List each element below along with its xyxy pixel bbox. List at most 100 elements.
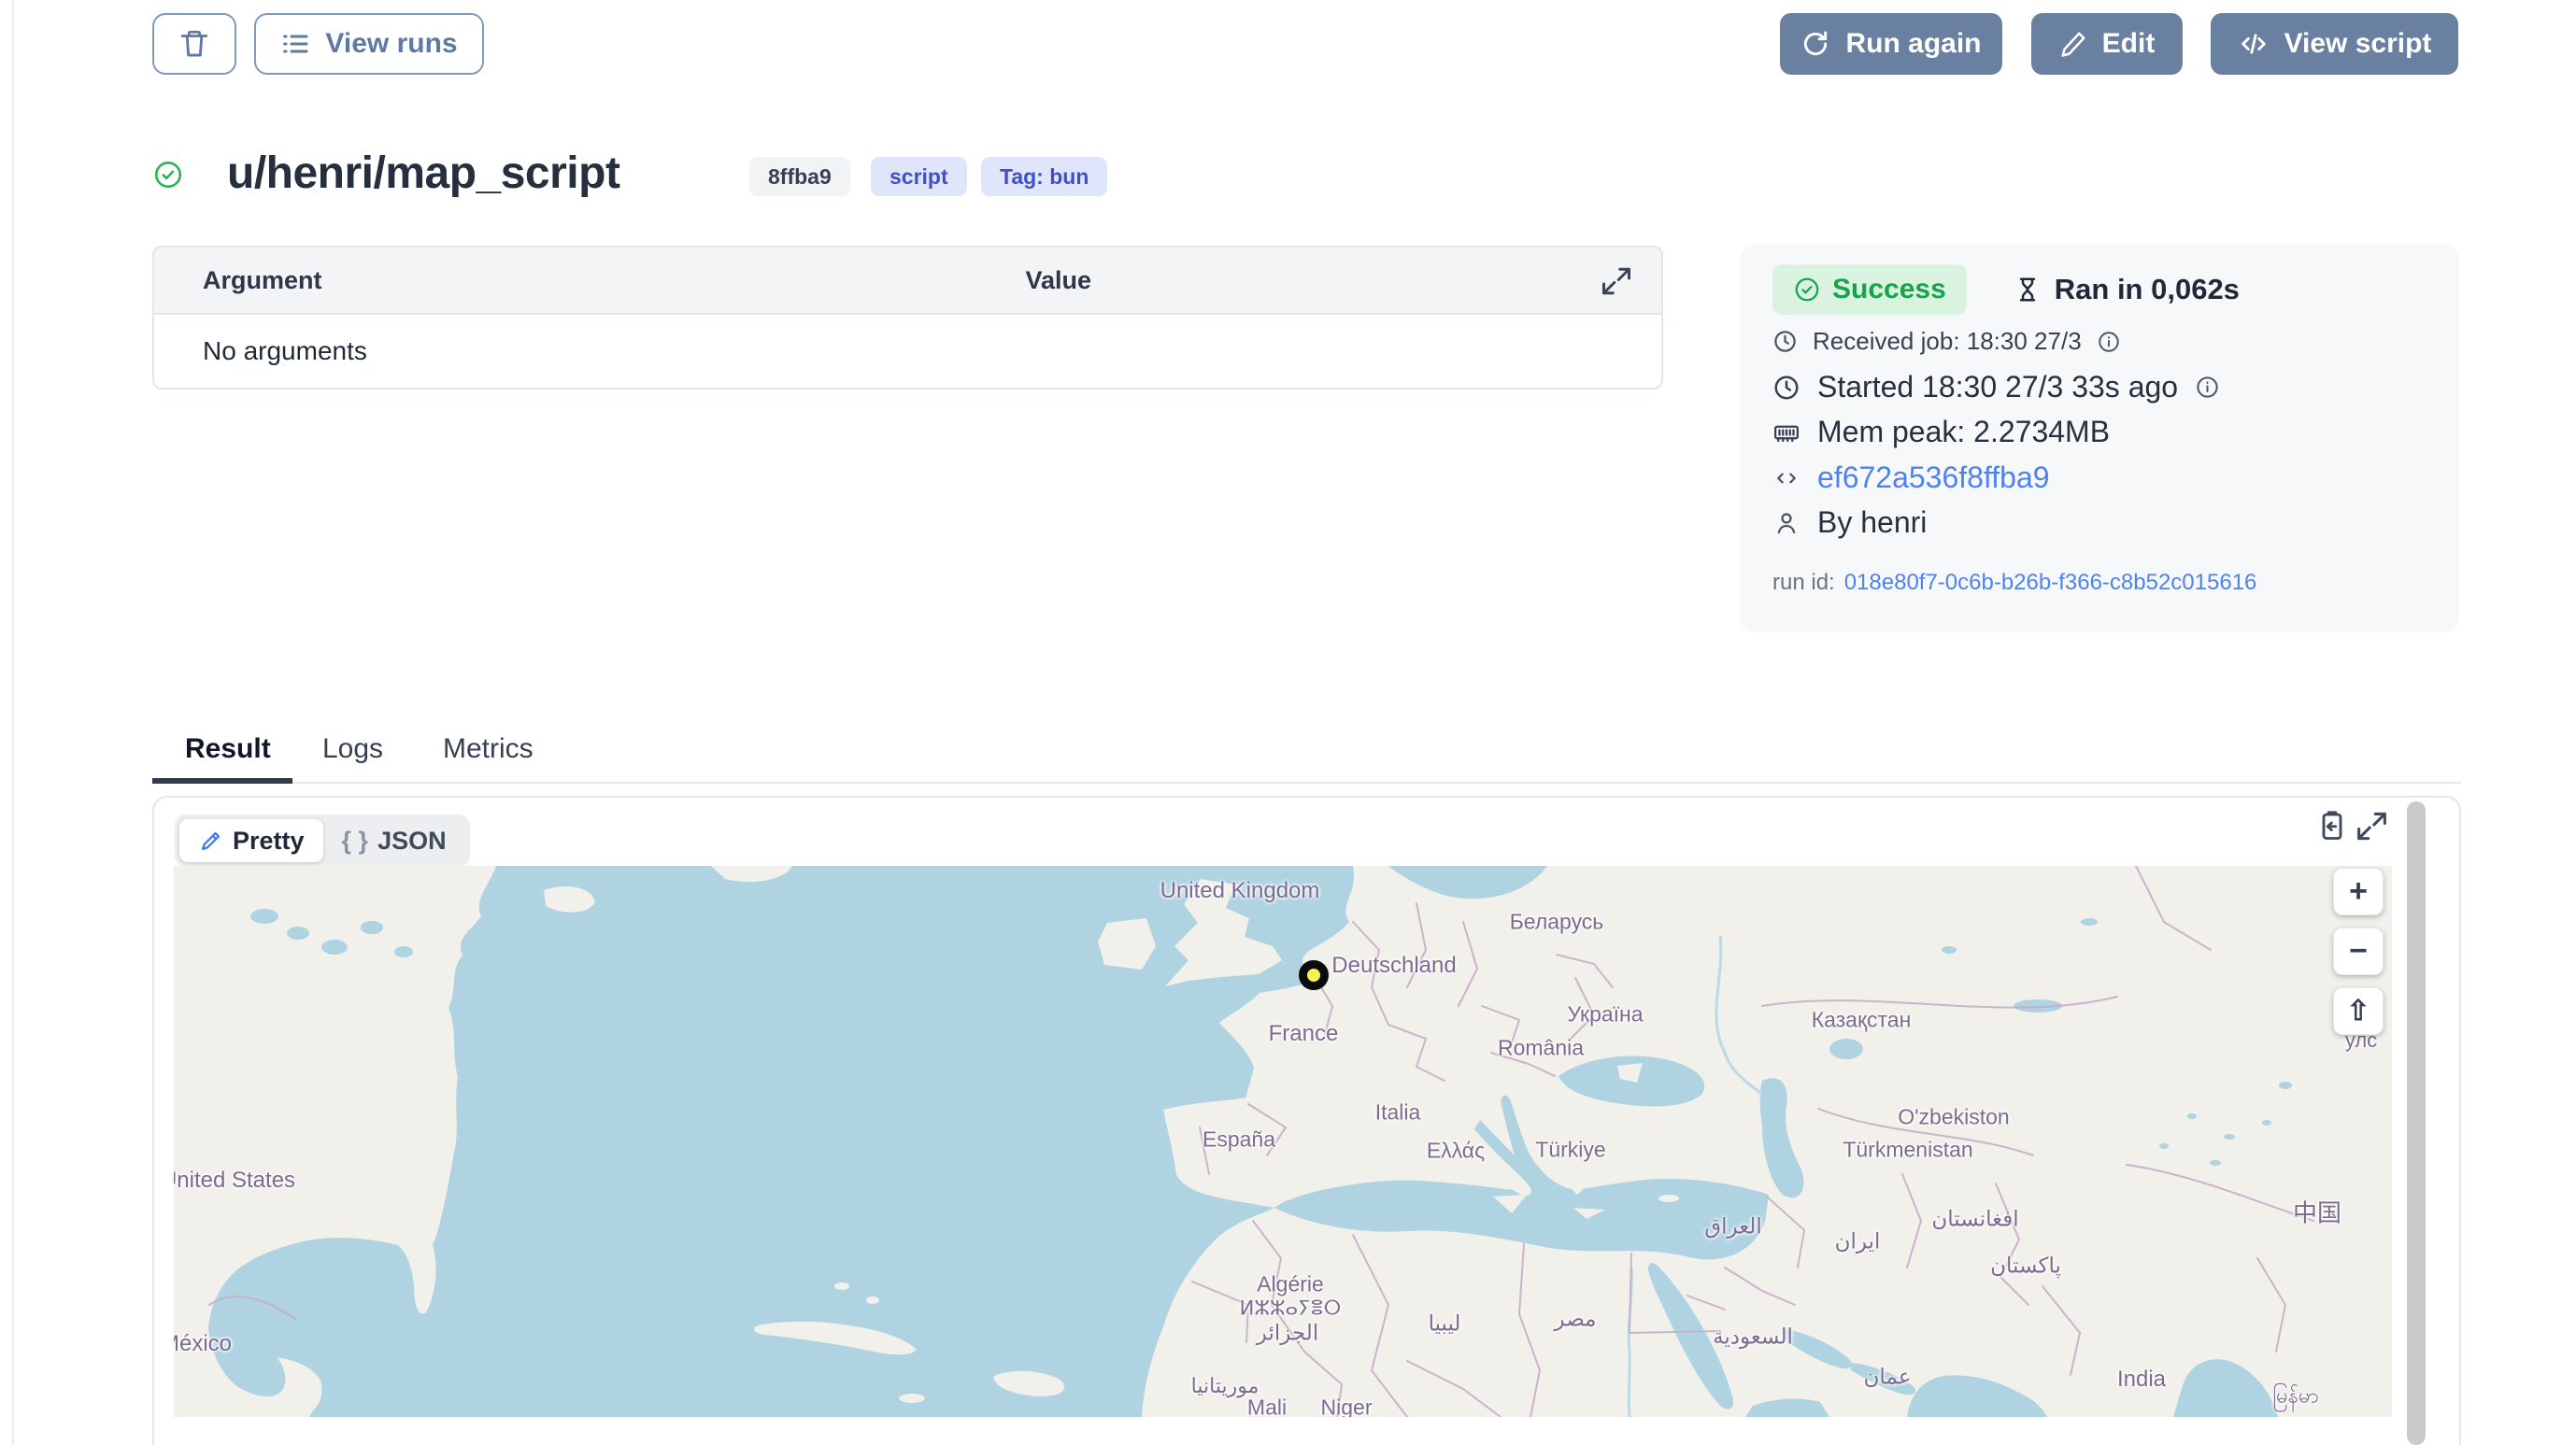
map-country-label: السعودية — [1713, 1325, 1793, 1350]
map-country-label: مصر — [1555, 1307, 1597, 1332]
no-arguments-text: No arguments — [203, 336, 367, 366]
map-country-label: العراق — [1704, 1214, 1761, 1240]
map-country-label: Türkmenistan — [1843, 1138, 1972, 1163]
view-runs-button[interactable]: View runs — [254, 13, 484, 75]
received-text: Received job: 18:30 27/3 — [1813, 327, 2082, 356]
braces-icon: { } — [342, 827, 369, 856]
map-country-label: India — [2117, 1367, 2166, 1393]
tab-result[interactable]: Result — [185, 733, 271, 765]
arguments-table: Argument Value No arguments — [152, 246, 1663, 390]
arguments-table-header: Argument Value — [154, 248, 1661, 315]
zoom-out-button[interactable]: − — [2333, 928, 2384, 975]
status-badge: Success — [1772, 264, 1967, 315]
zoom-in-button[interactable]: + — [2333, 868, 2384, 915]
success-check-icon — [1793, 276, 1821, 304]
map-country-label: 中国 — [2293, 1195, 2341, 1229]
map-country-label: România — [1498, 1036, 1584, 1061]
map-country-label: الجزائر — [1257, 1321, 1318, 1346]
tab-logs[interactable]: Logs — [322, 733, 383, 765]
result-card: Pretty { } JSON — [152, 796, 2461, 1445]
status-check-icon — [152, 159, 184, 191]
map-country-label: France — [1269, 1021, 1339, 1047]
received-row: Received job: 18:30 27/3 — [1772, 327, 2121, 356]
result-map[interactable]: United StatesMéxicoUnited KingdomFranceD… — [174, 866, 2392, 1417]
run-info-panel: Success Ran in 0,062s Received job: 18:3… — [1740, 245, 2459, 632]
kind-badge: script — [871, 157, 967, 196]
render-mode-toggle: Pretty { } JSON — [175, 815, 470, 867]
map-country-label: Algérie — [1257, 1272, 1324, 1297]
map-country-label: Deutschland — [1331, 953, 1456, 979]
hash-row: ef672a536f8ffba9 — [1772, 460, 2050, 495]
page-title: u/henri/map_script — [227, 148, 619, 199]
result-scrollbar[interactable] — [2407, 801, 2426, 1445]
map-country-label: افغانستان — [1931, 1207, 2018, 1232]
copy-result-icon[interactable] — [2315, 809, 2349, 843]
info-icon[interactable] — [2195, 375, 2220, 400]
map-marker[interactable] — [1299, 960, 1329, 990]
duration-text: Ran in 0,062s — [2055, 273, 2240, 306]
map-country-label: မြန်မာ — [2272, 1382, 2318, 1413]
map-country-label: پاکستان — [1990, 1254, 2061, 1279]
active-tab-underline — [152, 778, 292, 784]
code-hash-link[interactable]: ef672a536f8ffba9 — [1817, 460, 2050, 495]
hash-badge: 8ffba9 — [749, 157, 850, 196]
pen-icon — [198, 829, 223, 854]
list-icon — [280, 29, 310, 59]
clock-icon — [1772, 374, 1800, 402]
mem-row: Mem peak: 2.2734MB — [1772, 415, 2110, 449]
run-id-link[interactable]: 018e80f7-0c6b-b26b-f366-c8b52c015616 — [1844, 570, 2257, 596]
window-edge — [12, 0, 14, 1445]
map-country-label: Italia — [1375, 1100, 1421, 1126]
expand-table-icon[interactable] — [1600, 264, 1633, 298]
column-value: Value — [1026, 266, 1092, 295]
view-runs-label: View runs — [325, 28, 457, 60]
map-country-label: Mali — [1247, 1395, 1287, 1418]
run-again-label: Run again — [1845, 28, 1981, 60]
fullscreen-arrow-button[interactable]: ⇧ — [2333, 987, 2384, 1035]
json-label: JSON — [377, 827, 447, 856]
map-country-label: Казақстан — [1812, 1008, 1912, 1033]
map-country-label: Ελλάς — [1427, 1139, 1485, 1164]
map-country-label: عمان — [1864, 1365, 1912, 1390]
person-icon — [1772, 509, 1800, 537]
author-text: By henri — [1817, 505, 1927, 540]
tag-badge: Tag: bun — [981, 157, 1107, 196]
pretty-label: Pretty — [233, 827, 305, 856]
map-country-label: موريتانيا — [1191, 1374, 1260, 1398]
run-id-label: run id: — [1772, 570, 1835, 596]
edit-label: Edit — [2102, 28, 2156, 60]
map-country-label: Türkiye — [1535, 1138, 1605, 1163]
run-again-button[interactable]: Run again — [1780, 13, 2002, 75]
code-icon — [2238, 28, 2270, 60]
pretty-toggle-button[interactable]: Pretty — [179, 819, 323, 862]
map-country-label: ⵍⵣⵣⴰⵢⴻⵔ — [1240, 1297, 1342, 1321]
column-argument: Argument — [203, 266, 322, 295]
delete-button[interactable] — [152, 13, 236, 75]
json-toggle-button[interactable]: { } JSON — [323, 819, 465, 862]
map-country-label: United Kingdom — [1160, 878, 1320, 904]
hourglass-icon — [2014, 276, 2042, 304]
started-row: Started 18:30 27/3 33s ago — [1772, 370, 2220, 404]
mem-text: Mem peak: 2.2734MB — [1817, 415, 2110, 449]
clock-icon — [1772, 329, 1798, 354]
status-label: Success — [1832, 274, 1946, 305]
tab-metrics[interactable]: Metrics — [443, 733, 534, 765]
view-script-button[interactable]: View script — [2211, 13, 2458, 75]
trash-icon — [178, 28, 210, 60]
info-icon[interactable] — [2097, 330, 2121, 354]
run-id-row: run id: 018e80f7-0c6b-b26b-f366-c8b52c01… — [1772, 570, 2256, 596]
pencil-icon — [2059, 30, 2087, 58]
map-country-label: Беларусь — [1510, 910, 1604, 935]
map-country-label: Україна — [1567, 1002, 1643, 1027]
refresh-icon — [1800, 29, 1830, 59]
map-country-label: United States — [174, 1168, 295, 1194]
map-country-label: España — [1203, 1127, 1275, 1153]
map-country-label: ايران — [1835, 1229, 1881, 1254]
map-country-label: O'zbekiston — [1898, 1105, 2009, 1130]
memory-icon — [1772, 418, 1800, 446]
view-script-label: View script — [2284, 28, 2432, 60]
expand-result-icon[interactable] — [2355, 809, 2389, 843]
started-text: Started 18:30 27/3 33s ago — [1817, 370, 2178, 404]
edit-button[interactable]: Edit — [2031, 13, 2183, 75]
map-labels: United StatesMéxicoUnited KingdomFranceD… — [174, 866, 2392, 1417]
